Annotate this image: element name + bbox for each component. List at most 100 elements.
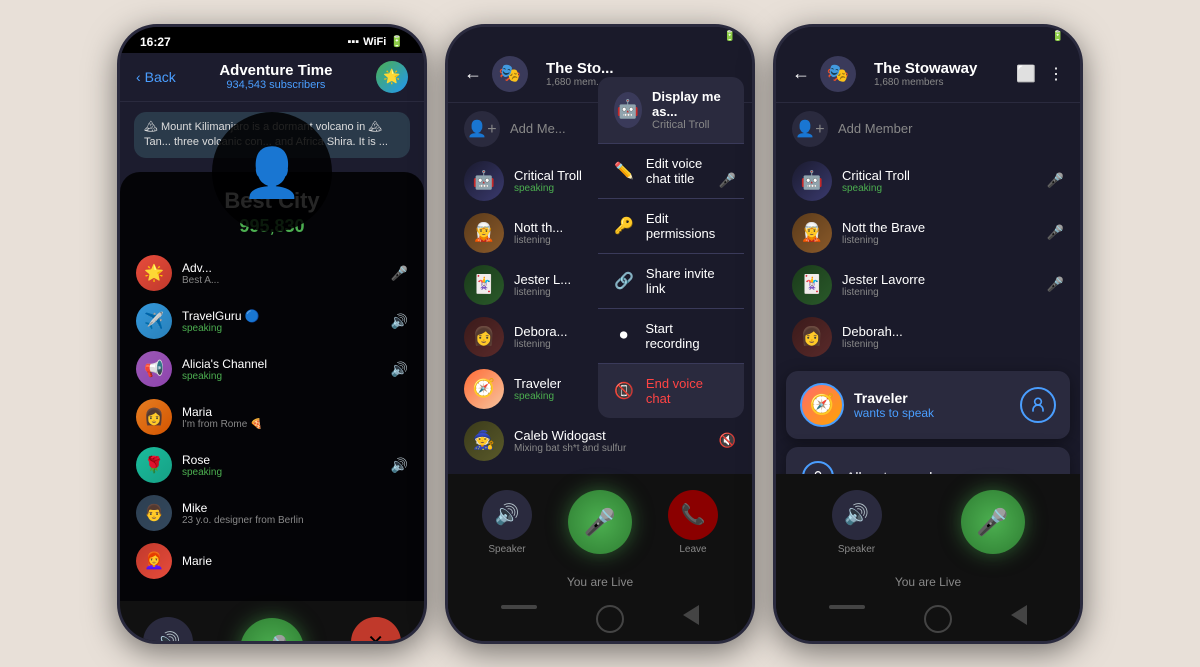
chevron-left-icon: ‹: [136, 69, 141, 85]
back-arrow-icon[interactable]: ←: [464, 63, 482, 84]
member-info: TravelGuru 🔵 speaking: [182, 309, 381, 334]
more-options-icon[interactable]: ⋮: [1048, 64, 1064, 84]
member-avatar: 🧝: [464, 213, 504, 253]
list-item: ✈️ TravelGuru 🔵 speaking 🔊: [136, 297, 408, 345]
record-icon: ⏺: [614, 327, 633, 345]
speak-request-icon[interactable]: [1020, 387, 1056, 423]
battery-icon: 🔋: [724, 31, 736, 42]
end-voice-chat-menu-item[interactable]: 📵 End voice chat: [598, 364, 744, 418]
member-name: Critical Troll: [842, 168, 1037, 183]
link-icon: 🔗: [614, 271, 634, 291]
mic-icon: 🎤: [568, 490, 632, 554]
popup-avatar: 🧭: [800, 383, 844, 427]
member-name: Maria: [182, 405, 408, 419]
member-status: Mixing bat sh*t and sulfur: [514, 443, 709, 454]
start-recording-menu-item[interactable]: ⏺ Start recording: [598, 309, 744, 364]
audio-button[interactable]: 🔊 audio: [143, 617, 193, 643]
audio-icon: 🔊: [143, 617, 193, 643]
android-home-nav[interactable]: [596, 605, 624, 633]
voice-controls-3: 🔊 Speaker 🎤: [776, 474, 1080, 571]
list-item: 🤖 Critical Troll speaking 🎤: [776, 155, 1080, 207]
wifi-icon: WiFi: [363, 36, 386, 48]
group-avatar: 🎭: [492, 56, 528, 92]
mic-button-3[interactable]: 🎤: [961, 490, 1025, 554]
member-avatar: 🃏: [464, 265, 504, 305]
add-member-label-3: Add Member: [838, 121, 912, 136]
end-voice-chat-label: End voice chat: [646, 376, 728, 406]
channel-subtitle: 934,543 subscribers: [219, 79, 332, 91]
add-member-icon: 👤+: [464, 111, 500, 147]
member-avatar: 📢: [136, 351, 172, 387]
member-info: Rose speaking: [182, 453, 381, 478]
mic-icon-3: 🎤: [961, 490, 1025, 554]
add-member-label: Add Me...: [510, 121, 566, 136]
android-recent-nav-3[interactable]: [1011, 605, 1027, 625]
list-item: 🌹 Rose speaking 🔊: [136, 441, 408, 489]
member-name: Caleb Widogast: [514, 428, 709, 443]
popup-name: Traveler: [854, 390, 1010, 406]
member-avatar: 👩: [136, 399, 172, 435]
list-item: 👩‍🦰 Marie: [136, 537, 408, 585]
member-avatar: 🌹: [136, 447, 172, 483]
speaker-button[interactable]: 🔊 Speaker: [482, 490, 532, 555]
leave-button[interactable]: 📞 Leave: [668, 490, 718, 555]
member-info: Nott the Brave listening: [842, 220, 1037, 246]
channel-avatar[interactable]: 🌟: [376, 61, 408, 93]
screenshots-container: 16:27 ▪▪▪ WiFi 🔋 ‹ Back Adventure Time 9…: [0, 0, 1200, 667]
android-recent-nav[interactable]: [683, 605, 699, 625]
android-home-nav-3[interactable]: [924, 605, 952, 633]
android-back-nav[interactable]: [501, 605, 537, 609]
member-info: Caleb Widogast Mixing bat sh*t and sulfu…: [514, 428, 709, 454]
screen-share-icon[interactable]: ⬜: [1016, 64, 1036, 84]
member-avatar: 🤖: [792, 161, 832, 201]
leave-button[interactable]: ✕ leave: [351, 617, 401, 643]
share-invite-menu-item[interactable]: 🔗 Share invite link: [598, 254, 744, 309]
edit-title-menu-item[interactable]: ✏️ Edit voice chat title: [598, 144, 744, 199]
mic-icon: 🔊: [391, 313, 408, 330]
member-name: Nott the Brave: [842, 220, 1037, 235]
ios-status-bar: 16:27 ▪▪▪ WiFi 🔋: [120, 27, 424, 53]
group-title: The Sto...: [546, 60, 736, 77]
member-info: Mike 23 y.o. designer from Berlin: [182, 501, 408, 526]
back-arrow-icon-3[interactable]: ←: [792, 63, 810, 84]
edit-permissions-label: Edit permissions: [646, 211, 728, 241]
back-button[interactable]: ‹ Back: [136, 69, 176, 85]
member-info: Adv... Best A...: [182, 261, 381, 286]
member-name: Marie: [182, 554, 408, 568]
battery-icon-3: 🔋: [1052, 31, 1064, 42]
popup-info: Traveler wants to speak: [854, 390, 1010, 420]
member-avatar: 🌟: [136, 255, 172, 291]
list-item: 📢 Alicia's Channel speaking 🔊: [136, 345, 408, 393]
leave-label: Leave: [679, 544, 706, 555]
member-avatar: 🃏: [792, 265, 832, 305]
mic-button[interactable]: 🎤: [240, 618, 304, 644]
time-display: 16:27: [140, 35, 171, 49]
member-status: speaking: [182, 323, 381, 334]
voice-controls: 🔊 audio 🎤 ✕ leave: [120, 601, 424, 643]
menu-display-label: Display me as...: [652, 89, 728, 119]
member-avatar: 👩: [464, 317, 504, 357]
edit-permissions-menu-item[interactable]: 🔑 Edit permissions: [598, 199, 744, 254]
list-item: 👩 Maria I'm from Rome 🍕: [136, 393, 408, 441]
menu-display-subtitle: Critical Troll: [652, 119, 728, 131]
edit-title-label: Edit voice chat title: [646, 156, 728, 186]
speaker-button-3[interactable]: 🔊 Speaker: [832, 490, 882, 555]
member-info: Critical Troll speaking: [842, 168, 1037, 194]
group-subtitle-3: 1,680 members: [874, 77, 1006, 88]
bottom-controls: 🔊 Speaker 🎤 📞 Leave You are Live: [448, 474, 752, 641]
mic-button[interactable]: 🎤: [568, 490, 632, 554]
group-avatar-3: 🎭: [820, 56, 856, 92]
voice-controls: 🔊 Speaker 🎤 📞 Leave: [448, 474, 752, 571]
member-info: Jester Lavorre listening: [842, 272, 1037, 298]
add-member-row-3[interactable]: 👤+ Add Member: [776, 103, 1080, 155]
member-avatar: 👨: [136, 495, 172, 531]
back-label: Back: [145, 69, 176, 85]
phone-2: 🔋 ← 🎭 The Sto... 1,680 mem... 👤+ Add Me.…: [445, 24, 755, 644]
member-name: Mike: [182, 501, 408, 515]
list-item: 🧙 Caleb Widogast Mixing bat sh*t and sul…: [448, 415, 752, 467]
android-back-nav-3[interactable]: [829, 605, 865, 609]
context-menu-overlay: 🤖 Display me as... Critical Troll ✏️ Edi…: [598, 77, 744, 418]
members-list-3: 🤖 Critical Troll speaking 🎤 🧝 Nott the B…: [776, 155, 1080, 363]
key-icon: 🔑: [614, 216, 634, 236]
member-status: I'm from Rome 🍕: [182, 419, 408, 430]
